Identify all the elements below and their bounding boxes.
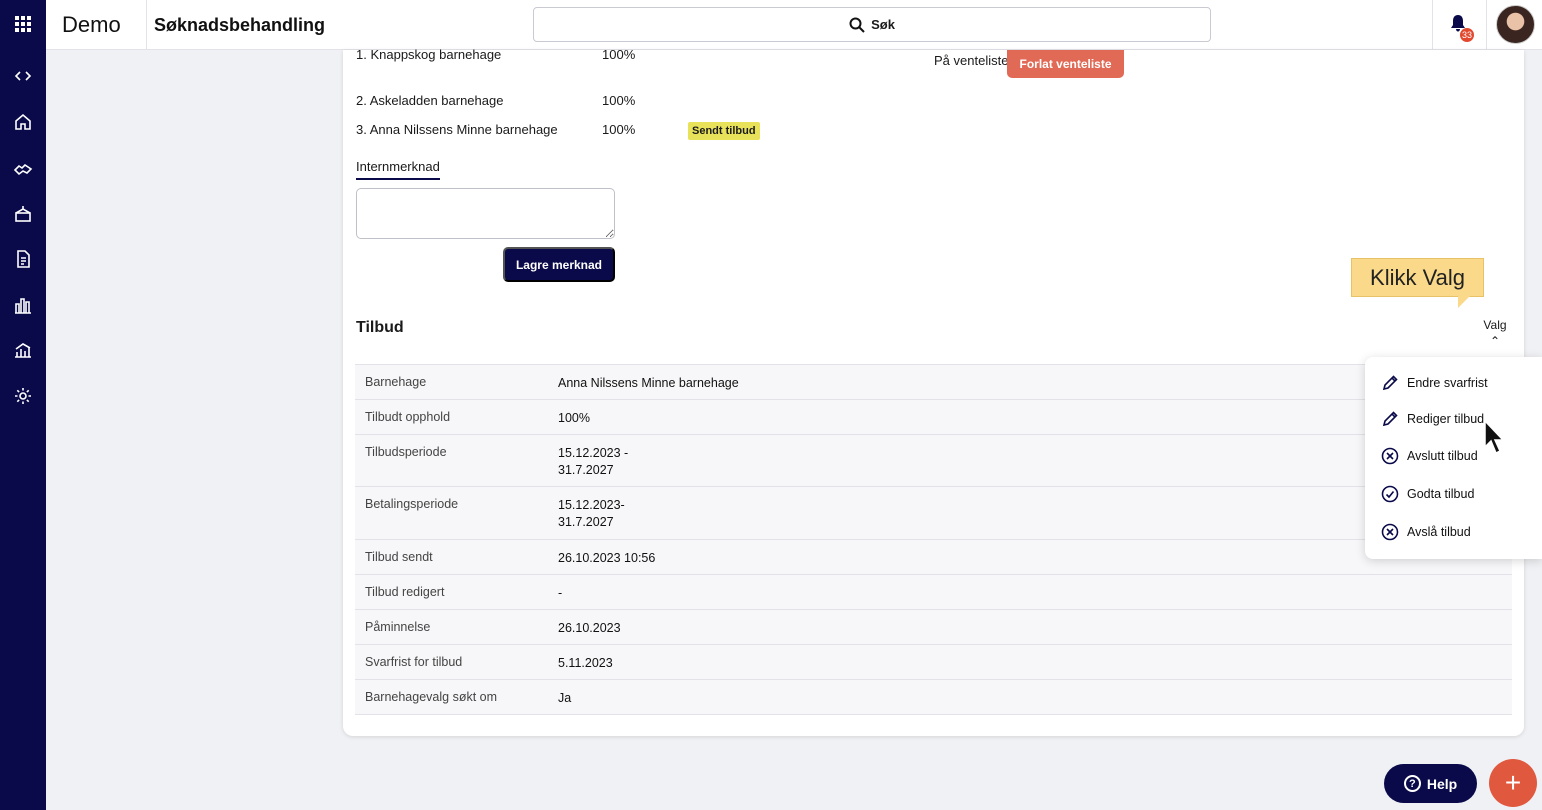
row-value-line: 31.7.2027 (558, 463, 614, 477)
x-circle-icon (1381, 523, 1399, 541)
help-button[interactable]: ? Help (1384, 764, 1477, 803)
divider (1432, 0, 1433, 50)
menu-item-edit-offer[interactable]: Rediger tilbud (1381, 407, 1484, 431)
handshake-icon[interactable] (0, 153, 46, 183)
table-row: Påminnelse 26.10.2023 (355, 610, 1512, 645)
row-key: Tilbudsperiode (365, 445, 447, 459)
mouse-cursor-icon (1484, 420, 1505, 455)
top-bar: Demo Søknadsbehandling Søk 33 (46, 0, 1542, 50)
search-icon (849, 17, 865, 33)
row-key: Barnehagevalg søkt om (365, 690, 498, 704)
table-row: Svarfrist for tilbud 5.11.2023 (355, 645, 1512, 680)
pencil-icon (1382, 411, 1398, 427)
menu-item-label: Avslå tilbud (1407, 525, 1471, 539)
table-row: Betalingsperiode 15.12.2023- 31.7.2027 (355, 487, 1512, 540)
row-key: Tilbudt opphold (365, 410, 451, 424)
options-button[interactable]: Valg ⌃ (1483, 318, 1507, 348)
divider (146, 0, 147, 50)
options-label: Valg (1483, 318, 1507, 332)
row-value: Anna Nilssens Minne barnehage (558, 376, 739, 390)
kindergarten-icon[interactable] (0, 199, 46, 229)
row-key: Barnehage (365, 375, 427, 389)
chevron-up-icon: ⌃ (1489, 334, 1501, 348)
table-row: Tilbud sendt 26.10.2023 10:56 (355, 540, 1512, 575)
search-label: Søk (871, 17, 895, 32)
user-avatar[interactable] (1496, 5, 1535, 44)
page-title: Søknadsbehandling (154, 15, 326, 35)
row-value: 26.10.2023 (558, 621, 621, 635)
choice-percent-1: 100% (602, 47, 636, 62)
row-value-line: 15.12.2023- (558, 498, 625, 512)
question-icon: ? (1403, 775, 1421, 792)
choice-item-1: 1. Knappskog barnehage (356, 47, 502, 62)
row-key: Tilbud redigert (365, 585, 445, 599)
row-value-line: 31.7.2027 (558, 515, 614, 529)
table-row: Barnehage Anna Nilssens Minne barnehage (355, 365, 1512, 400)
row-value-line: 15.12.2023 - (558, 446, 629, 460)
brand-logo[interactable]: Demo (62, 12, 121, 38)
leave-waitlist-button[interactable]: Forlat venteliste (1007, 50, 1124, 78)
row-key: Betalingsperiode (365, 497, 459, 511)
menu-item-change-deadline[interactable]: Endre svarfrist (1381, 371, 1488, 395)
choice-percent-3: 100% (602, 122, 636, 137)
row-key: Tilbud sendt (365, 550, 433, 564)
offer-table: Barnehage Anna Nilssens Minne barnehage … (355, 364, 1512, 715)
apps-grid-icon[interactable] (0, 9, 46, 39)
search-bar[interactable]: Søk (533, 7, 1211, 42)
menu-item-label: Rediger tilbud (1407, 412, 1485, 426)
analytics-house-icon[interactable] (0, 335, 46, 365)
bar-chart-icon[interactable] (0, 290, 46, 320)
menu-item-label: Godta tilbud (1407, 487, 1475, 501)
help-label: Help (1426, 775, 1458, 792)
internal-note-input[interactable] (356, 188, 615, 239)
save-note-button[interactable]: Lagre merknad (503, 247, 615, 282)
row-key: Svarfrist for tilbud (365, 655, 463, 669)
menu-item-label: Avslutt tilbud (1407, 449, 1478, 463)
choice-item-3: 3. Anna Nilssens Minne barnehage (356, 122, 558, 137)
check-circle-icon (1381, 485, 1399, 503)
table-row: Tilbudsperiode 15.12.2023 - 31.7.2027 (355, 435, 1512, 487)
plus-icon: + (1504, 767, 1522, 798)
choice-item-2: 2. Askeladden barnehage (356, 93, 504, 108)
table-row: Barnehagevalg søkt om Ja (355, 680, 1512, 715)
menu-item-label: Endre svarfrist (1407, 376, 1488, 390)
divider (1486, 0, 1487, 50)
row-value: 100% (558, 411, 590, 425)
home-icon[interactable] (0, 107, 46, 137)
waitlist-label: På venteliste (934, 53, 1009, 68)
sidebar (0, 0, 46, 810)
table-row: Tilbud redigert - (355, 575, 1512, 610)
pencil-icon (1382, 375, 1398, 391)
menu-item-decline-offer[interactable]: Avslå tilbud (1381, 520, 1471, 544)
document-icon[interactable] (0, 244, 46, 274)
options-menu: Endre svarfrist Rediger tilbud Avslutt t… (1365, 357, 1542, 559)
menu-item-accept-offer[interactable]: Godta tilbud (1381, 482, 1474, 506)
choice-percent-2: 100% (602, 93, 636, 108)
menu-item-end-offer[interactable]: Avslutt tilbud (1381, 444, 1478, 468)
application-card: 1. Knappskog barnehage 100% På ventelist… (343, 47, 1524, 736)
row-value: Ja (558, 691, 572, 705)
row-value: 15.12.2023- 31.7.2027 (558, 497, 625, 531)
notification-badge: 33 (1460, 28, 1475, 42)
tab-internal-note[interactable]: Internmerknad (356, 159, 440, 180)
add-button[interactable]: + (1489, 759, 1537, 807)
table-row: Tilbudt opphold 100% (355, 400, 1512, 435)
x-circle-icon (1381, 447, 1399, 465)
row-value: 26.10.2023 10:56 (558, 551, 656, 565)
expand-collapse-icon[interactable] (0, 61, 46, 91)
settings-gear-icon[interactable] (0, 381, 46, 411)
guide-tooltip: Klikk Valg (1351, 258, 1484, 297)
offer-section-title: Tilbud (356, 319, 404, 336)
row-key: Påminnelse (365, 620, 431, 634)
row-value: - (558, 586, 563, 600)
row-value: 5.11.2023 (558, 656, 613, 670)
tooltip-tail (1458, 296, 1470, 308)
status-badge: Sendt tilbud (688, 122, 760, 140)
row-value: 15.12.2023 - 31.7.2027 (558, 445, 628, 479)
